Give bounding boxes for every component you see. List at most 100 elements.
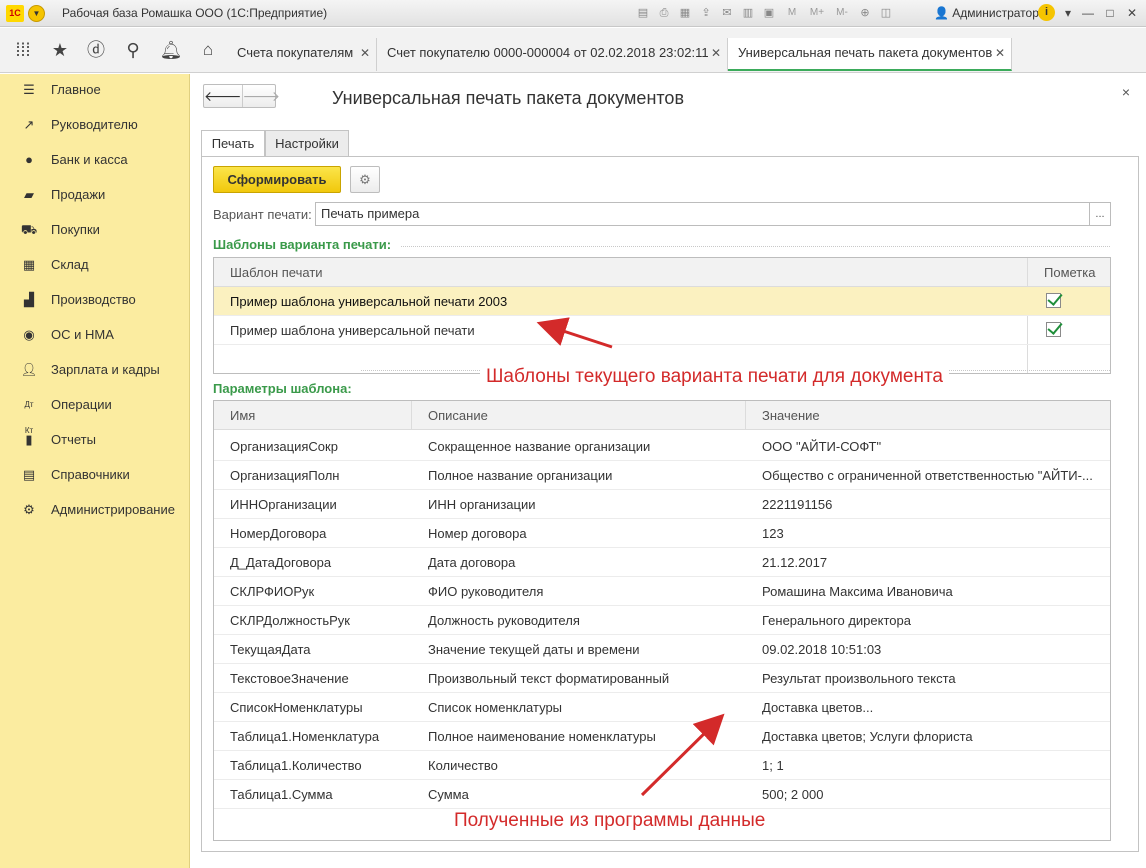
search-icon[interactable]: ⚲ [121,38,145,62]
forward-button[interactable]: 🡒 [241,85,280,107]
table-header: Имя Описание Значение [214,401,1110,430]
table-row[interactable]: Д_ДатаДоговора Дата договора 21.12.2017 [214,548,1110,577]
attach-icon[interactable]: ⇪ [697,4,715,22]
back-button[interactable]: 🡐 [204,85,242,107]
sidebar-item-assets[interactable]: ◉ ОС и НМА [0,322,190,348]
param-description: Номер договора [428,526,527,541]
column-header-template[interactable]: Шаблон печати [214,258,323,287]
save-icon[interactable]: ▤ [634,4,652,22]
sidebar-item-label: Операции [51,397,112,412]
param-description: Произвольный текст форматированный [428,671,670,686]
mark-checkbox[interactable] [1046,322,1061,337]
sidebar-item-reports[interactable]: ▮ Отчеты [0,427,190,453]
tab-universal-print[interactable]: Универсальная печать пакета документов ✕ [728,38,1012,71]
param-name: ОрганизацияСокр [230,439,338,454]
sidebar-item-operations[interactable]: Дт Кт Операции [0,392,190,435]
user-name[interactable]: 👤 Администратор [934,6,1039,20]
table-row[interactable]: СКЛРФИОРук ФИО руководителя Ромашина Мак… [214,577,1110,606]
sidebar-item-purchases[interactable]: ⛟ Покупки [0,217,190,243]
user-label: Администратор [952,6,1039,20]
column-header-name[interactable]: Имя [214,401,255,430]
table-row[interactable]: Таблица1.Количество Количество 1; 1 [214,751,1110,780]
column-divider [745,401,746,430]
page-title: Универсальная печать пакета документов [332,88,685,108]
close-icon[interactable]: ✕ [360,38,370,68]
close-window-button[interactable]: ✕ [1122,3,1142,23]
panels-icon[interactable]: ◫ [877,4,895,22]
maximize-button[interactable]: □ [1100,3,1120,23]
factory-icon: ▟ [24,292,34,307]
variant-select-button[interactable]: ... [1089,202,1111,226]
zoom-icon[interactable]: ⊕ [856,4,874,22]
variant-label: Вариант печати: [213,207,312,222]
param-description: ИНН организации [428,497,536,512]
calendar-icon[interactable]: ▣ [760,4,778,22]
mail-icon[interactable]: ✉ [718,4,736,22]
close-icon[interactable]: ✕ [711,38,721,68]
table-row[interactable]: ТекстовоеЗначение Произвольный текст фор… [214,664,1110,693]
sidebar-item-production[interactable]: ▟ Производство [0,287,190,313]
table-row[interactable]: ТекущаяДата Значение текущей даты и врем… [214,635,1110,664]
templates-table: Шаблон печати Пометка Пример шаблона уни… [213,257,1111,374]
print-settings-button[interactable]: ⚙ [350,166,380,193]
table-row[interactable]: СписокНоменклатуры Список номенклатуры Д… [214,693,1110,722]
shopping-bag-icon: ▰ [24,187,34,202]
param-description: Список номенклатуры [428,700,563,715]
memory-minus-button[interactable]: M- [831,4,853,22]
menu-lines-icon: ☰ [23,82,35,97]
table-row[interactable]: ИННОрганизации ИНН организации 222119115… [214,490,1110,519]
history-icon[interactable]: ⓓ [84,38,108,62]
info-icon[interactable]: i [1038,4,1055,21]
user-icon: 👤 [934,6,949,20]
tab-print[interactable]: Печать [201,130,265,157]
sidebar-item-bank[interactable]: ● Банк и касса [0,147,190,173]
table-row[interactable]: СКЛРДолжностьРук Должность руководителя … [214,606,1110,635]
star-icon[interactable]: ★ [48,38,72,62]
table-row[interactable]: ОрганизацияПолн Полное название организа… [214,461,1110,490]
apps-grid-icon[interactable]: ⁞⁞⁞ [11,38,35,62]
table-row[interactable]: Таблица1.Номенклатура Полное наименовани… [214,722,1110,751]
tab-invoices[interactable]: Счета покупателям ✕ [227,38,377,71]
tab-settings[interactable]: Настройки [265,130,349,157]
param-description: ФИО руководителя [428,584,544,599]
tab-invoice-document[interactable]: Счет покупателю 0000-000004 от 02.02.201… [377,38,728,71]
minimize-button[interactable]: — [1078,3,1098,23]
sidebar-item-main[interactable]: ☰ Главное [0,77,190,103]
column-header-value[interactable]: Значение [746,401,820,430]
table-row[interactable]: НомерДоговора Номер договора 123 [214,519,1110,548]
mark-checkbox[interactable] [1046,293,1061,308]
close-form-button[interactable]: × [1122,84,1130,100]
close-icon[interactable]: ✕ [995,38,1005,68]
table-row[interactable]: Пример шаблона универсальной печати 2003 [214,287,1110,316]
chevron-down-icon[interactable]: ▾ [1058,3,1078,23]
column-header-mark[interactable]: Пометка [1028,258,1095,287]
sidebar-item-label: Продажи [51,187,106,202]
table-row[interactable]: Таблица1.Сумма Сумма 500; 2 000 [214,780,1110,809]
print-icon[interactable]: ⎙ [655,4,673,22]
calculator-icon[interactable]: ▥ [739,4,757,22]
sidebar-item-salary[interactable]: 👤︎ Зарплата и кадры [0,357,190,383]
param-description: Значение текущей даты и времени [428,642,640,657]
sidebar-item-catalogs[interactable]: ▤ Справочники [0,462,190,488]
home-icon[interactable]: ⌂ [196,38,220,62]
trend-up-icon: ↗ [23,117,35,132]
bell-icon[interactable]: 🔔︎ [159,38,183,62]
memory-m-button[interactable]: M [781,4,803,22]
generate-button[interactable]: Сформировать [213,166,341,193]
table-row[interactable]: Пример шаблона универсальной печати [214,316,1110,345]
sidebar-item-administration[interactable]: ⚙ Администрирование [0,497,190,523]
sidebar-item-manager[interactable]: ↗ Руководителю [0,112,190,138]
main-menu-button[interactable]: ▼ [28,5,45,22]
param-name: Д_ДатаДоговора [230,555,332,570]
sidebar-item-warehouse[interactable]: ▦ Склад [0,252,190,278]
param-description: Сумма [428,787,469,802]
memory-plus-button[interactable]: M+ [806,4,828,22]
param-value: 21.12.2017 [762,555,828,570]
variant-input[interactable]: Печать примера [315,202,1090,226]
tab-bar: ⁞⁞⁞ ★ ⓓ ⚲ 🔔︎ ⌂ Счета покупателям ✕ Счет … [0,28,1146,73]
column-header-description[interactable]: Описание [412,401,488,430]
preview-icon[interactable]: ▦ [676,4,694,22]
sidebar-item-sales[interactable]: ▰ Продажи [0,182,190,208]
param-value: 123 [762,526,784,541]
table-row[interactable]: ОрганизацияСокр Сокращенное название орг… [214,432,1110,461]
